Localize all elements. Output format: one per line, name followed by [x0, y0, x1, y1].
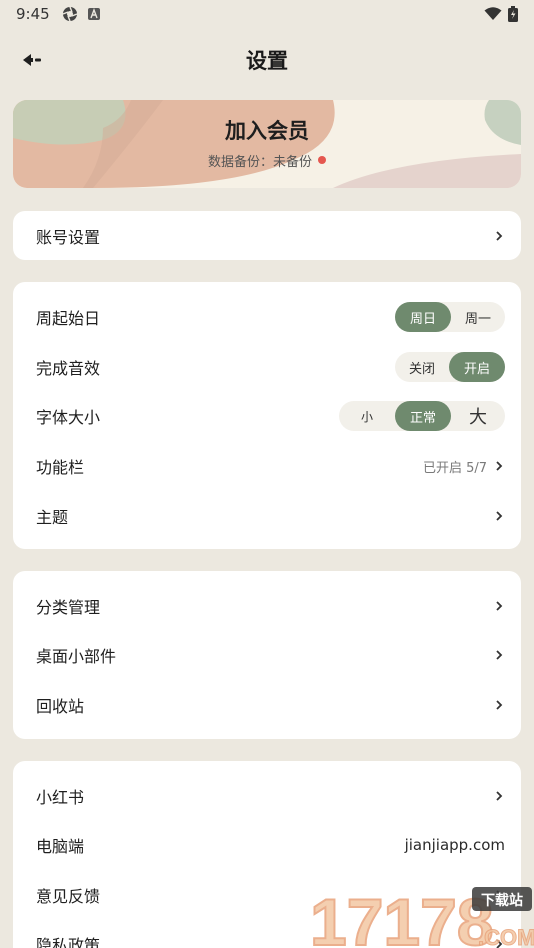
category-management-label: 分类管理 [36, 598, 101, 617]
completion-sound-label: 完成音效 [36, 359, 101, 378]
desktop-widget-label: 桌面小部件 [36, 647, 117, 666]
sound-option-off[interactable]: 关闭 [395, 352, 449, 382]
watermark-digits: 17178 [310, 885, 494, 948]
header-bar: 设置 [0, 36, 534, 84]
desktop-widget-row[interactable]: 桌面小部件 [13, 630, 521, 680]
desktop-client-label: 电脑端 [36, 837, 85, 856]
account-settings-label: 账号设置 [36, 227, 101, 247]
battery-icon [508, 6, 518, 22]
font-size-toggle: 小 正常 大 [339, 401, 505, 431]
chevron-right-icon [496, 511, 503, 521]
wifi-icon [484, 7, 502, 20]
completion-sound-row: 完成音效 关闭 开启 [13, 342, 521, 392]
backup-status: 数据备份：未备份 [208, 151, 326, 170]
chevron-right-icon [496, 650, 503, 660]
member-title: 加入会员 [225, 118, 309, 143]
join-member-card[interactable]: 加入会员 数据备份：未备份 [13, 100, 521, 188]
toolbar-label: 功能栏 [36, 458, 85, 477]
desktop-client-row[interactable]: 电脑端 jianjiapp.com [13, 820, 521, 870]
feedback-label: 意见反馈 [36, 887, 101, 906]
status-time: 9:45 [16, 5, 50, 23]
notification-a-icon [87, 8, 100, 20]
status-right-icons [484, 6, 518, 22]
back-arrow-icon [23, 54, 41, 66]
backup-alert-dot [318, 156, 326, 164]
week-start-row: 周起始日 周日 周一 [13, 292, 521, 342]
week-start-option-sunday[interactable]: 周日 [395, 302, 451, 332]
chevron-right-icon [496, 461, 503, 471]
font-size-option-normal[interactable]: 正常 [395, 401, 451, 431]
chevron-right-icon [496, 791, 503, 801]
chevron-right-icon [496, 601, 503, 611]
recycle-bin-row[interactable]: 回收站 [13, 680, 521, 730]
xiaohongshu-row[interactable]: 小红书 [13, 771, 521, 821]
completion-sound-toggle: 关闭 开启 [395, 352, 505, 382]
desktop-client-url[interactable]: jianjiapp.com [405, 836, 505, 854]
preferences-card: 周起始日 周日 周一 完成音效 关闭 开启 字体大小 小 正常 大 功能栏 已开… [13, 282, 521, 549]
watermark-suffix: .COM [478, 925, 534, 948]
chevron-right-icon [496, 700, 503, 710]
member-text: 加入会员 数据备份：未备份 [13, 100, 521, 188]
management-card: 分类管理 桌面小部件 回收站 [13, 571, 521, 739]
watermark-tag: 下载站 [481, 892, 523, 909]
status-bar: 9:45 [0, 0, 534, 28]
font-size-label: 字体大小 [36, 408, 101, 427]
font-size-option-large[interactable]: 大 [451, 401, 505, 431]
xiaohongshu-label: 小红书 [36, 788, 85, 807]
theme-row[interactable]: 主题 [13, 491, 521, 541]
font-size-row: 字体大小 小 正常 大 [13, 391, 521, 441]
backup-status-text: 数据备份：未备份 [207, 154, 312, 170]
account-card: 账号设置 [13, 211, 521, 260]
chevron-right-icon [496, 230, 503, 241]
aperture-icon [62, 6, 77, 22]
site-watermark: 17178 下载站 .COM [310, 885, 534, 948]
toolbar-value: 已开启 5/7 [422, 460, 487, 476]
toolbar-row[interactable]: 功能栏 已开启 5/7 [13, 441, 521, 491]
sound-option-on[interactable]: 开启 [449, 352, 505, 382]
back-button[interactable] [16, 46, 48, 74]
page-title: 设置 [246, 49, 288, 73]
account-settings-row[interactable]: 账号设置 [13, 211, 521, 260]
week-start-label: 周起始日 [36, 309, 101, 328]
week-start-option-monday[interactable]: 周一 [451, 302, 505, 332]
category-management-row[interactable]: 分类管理 [13, 581, 521, 631]
recycle-bin-label: 回收站 [36, 697, 85, 716]
theme-label: 主题 [36, 508, 69, 527]
week-start-toggle: 周日 周一 [395, 302, 505, 332]
font-size-option-small[interactable]: 小 [339, 401, 395, 431]
privacy-policy-label: 隐私政策 [36, 936, 101, 948]
